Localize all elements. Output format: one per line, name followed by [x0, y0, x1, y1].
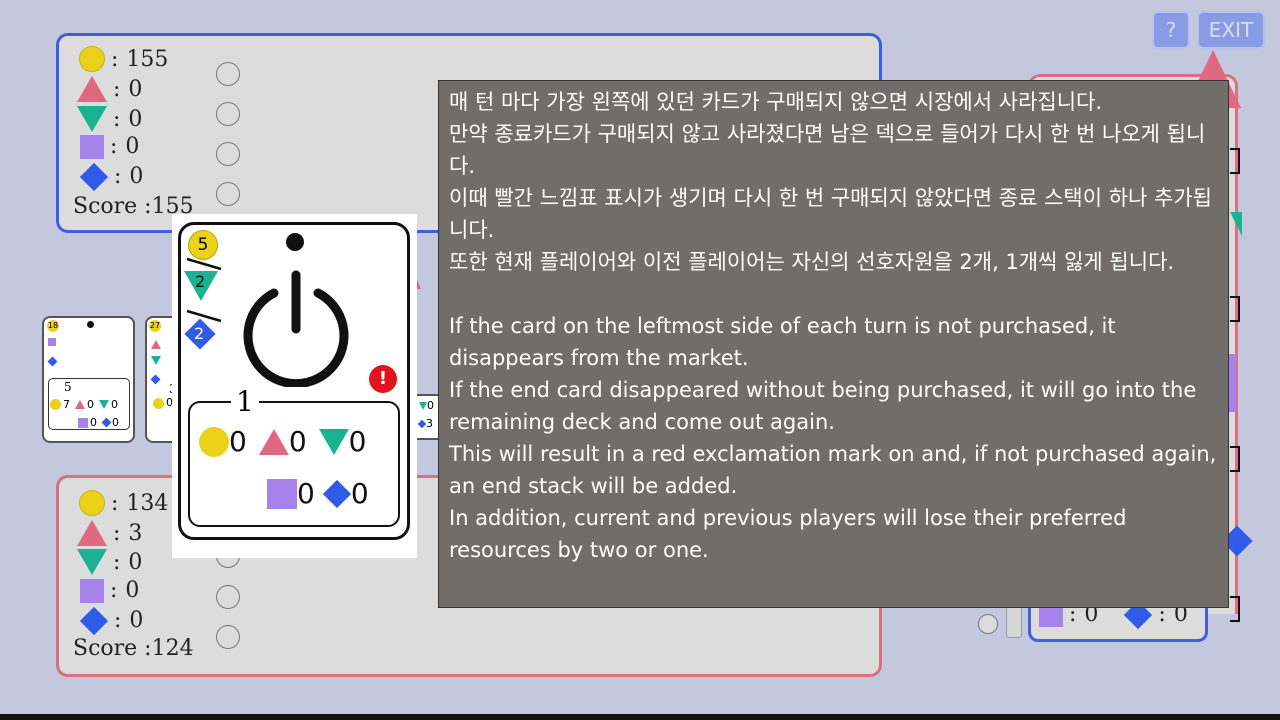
card-tier: 5 [62, 380, 74, 394]
token-slot[interactable] [216, 625, 240, 649]
tooltip-en-line: This will result in a red exclamation ma… [449, 442, 1217, 498]
square-icon [80, 134, 104, 159]
diamond-cost: 0 [350, 477, 369, 510]
square-icon [48, 338, 56, 346]
triangle-up-cost: 0 [288, 425, 307, 458]
tooltip-spacer [449, 278, 1218, 310]
triangle-down-icon [318, 428, 349, 455]
square-cost: 0 [90, 416, 97, 429]
diamond-icon [79, 606, 109, 635]
diamond-icon [322, 479, 351, 508]
tooltip-en-line: If the end card disappeared without bein… [449, 378, 1197, 434]
triangle-up-count: 0 [128, 76, 143, 102]
triangle-down-count: 0 [128, 549, 143, 575]
triangle-up-icon [77, 520, 107, 546]
diamond-cost: 3 [426, 417, 433, 430]
diamond-icon [417, 419, 427, 428]
triangle-up-icon [151, 340, 161, 349]
help-tooltip: 매 턴 마다 가장 왼쪽에 있던 카드가 구매되지 않으면 시장에서 사라집니다… [438, 80, 1229, 608]
end-card-preview[interactable]: 5 2 2 ! 1 0 0 0 0 0 [178, 222, 410, 540]
card-cost: 18 [47, 320, 59, 332]
token-slot[interactable] [216, 62, 240, 86]
circle-count: 134 [126, 490, 169, 516]
triangle-down-cost: 0 [111, 398, 118, 411]
bonus-down: 2 [195, 272, 206, 291]
help-button[interactable]: ? [1152, 11, 1190, 49]
bottom-bar [0, 714, 1280, 720]
circle-count: 155 [126, 46, 169, 72]
bracket-icon [1230, 148, 1240, 174]
circle-icon [199, 426, 229, 457]
diamond-icon [150, 374, 161, 385]
triangle-down-count: 0 [128, 106, 143, 132]
token-slot[interactable] [216, 102, 240, 126]
triangle-up-count: 3 [128, 520, 143, 546]
tooltip-kr-line: 만약 종료카드가 구매되지 않고 사라졌다면 남은 덱으로 들어가 다시 한 번… [449, 122, 1206, 178]
bracket-icon [1230, 296, 1240, 322]
triangle-down-cost: 0 [348, 425, 367, 458]
circle-cost: 0 [229, 425, 247, 458]
diamond-count: 0 [129, 164, 144, 189]
triangle-up-icon [77, 76, 107, 102]
tooltip-en-line: In addition, current and previous player… [449, 506, 1127, 562]
card-dot-icon [286, 233, 304, 251]
circle-icon [153, 398, 164, 409]
tooltip-kr-line: 또한 현재 플레이어와 이전 플레이어는 자신의 선호자원을 2개, 1개씩 잃… [449, 250, 1175, 274]
token-slot[interactable] [216, 585, 240, 609]
circle-cost: 7 [63, 398, 70, 411]
triangle-up-icon [75, 400, 85, 409]
circle-icon [79, 490, 105, 516]
alert-icon: ! [369, 365, 397, 393]
square-icon [78, 417, 88, 428]
square-icon [267, 478, 297, 509]
triangle-down-icon [151, 356, 161, 365]
triangle-up-cost: 0 [87, 398, 94, 411]
scroll-handle[interactable] [1006, 606, 1022, 638]
circle-icon [79, 46, 105, 72]
diamond-icon [47, 356, 58, 367]
card-tier: 1 [231, 385, 259, 418]
tooltip-kr-line: 이때 빨간 느낌표 표시가 생기며 다시 한 번 구매되지 않았다면 종료 스택… [449, 186, 1212, 242]
score-label: Score :124 [73, 636, 194, 661]
diamond-icon [79, 162, 109, 191]
square-count: 0 [125, 134, 140, 159]
bracket-icon [1230, 446, 1240, 472]
triangle-down-icon [1230, 212, 1242, 236]
square-cost: 0 [297, 477, 315, 510]
square-icon [1228, 354, 1236, 412]
triangle-down-icon [99, 400, 109, 409]
triangle-down-icon [419, 401, 427, 410]
triangle-down-icon [77, 106, 107, 132]
token-slot[interactable] [978, 614, 998, 634]
power-icon [243, 270, 349, 387]
bonus-diamond: 2 [194, 324, 205, 343]
diamond-cost: 0 [112, 416, 119, 429]
bracket-icon [1230, 596, 1240, 622]
tooltip-en-line: If the card on the leftmost side of each… [449, 314, 1116, 370]
token-slot[interactable] [216, 182, 240, 206]
token-slot[interactable] [216, 142, 240, 166]
circle-icon [50, 399, 61, 410]
square-icon [80, 578, 104, 603]
diamond-count: 0 [129, 608, 144, 633]
tooltip-kr-line: 매 턴 마다 가장 왼쪽에 있던 카드가 구매되지 않으면 시장에서 사라집니다… [449, 90, 1103, 114]
triangle-down-cost: 0 [427, 399, 434, 412]
diamond-icon [101, 417, 112, 428]
triangle-up-icon [258, 428, 289, 455]
square-count: 0 [125, 578, 140, 603]
card-dot-icon [87, 321, 94, 328]
triangle-down-icon [77, 549, 107, 575]
market-card-edge[interactable]: 0 3 [417, 394, 438, 440]
exit-button[interactable]: EXIT [1197, 11, 1265, 49]
card-cost: 27 [149, 320, 161, 332]
market-card[interactable]: 18 5 7 0 0 0 0 [42, 316, 135, 443]
